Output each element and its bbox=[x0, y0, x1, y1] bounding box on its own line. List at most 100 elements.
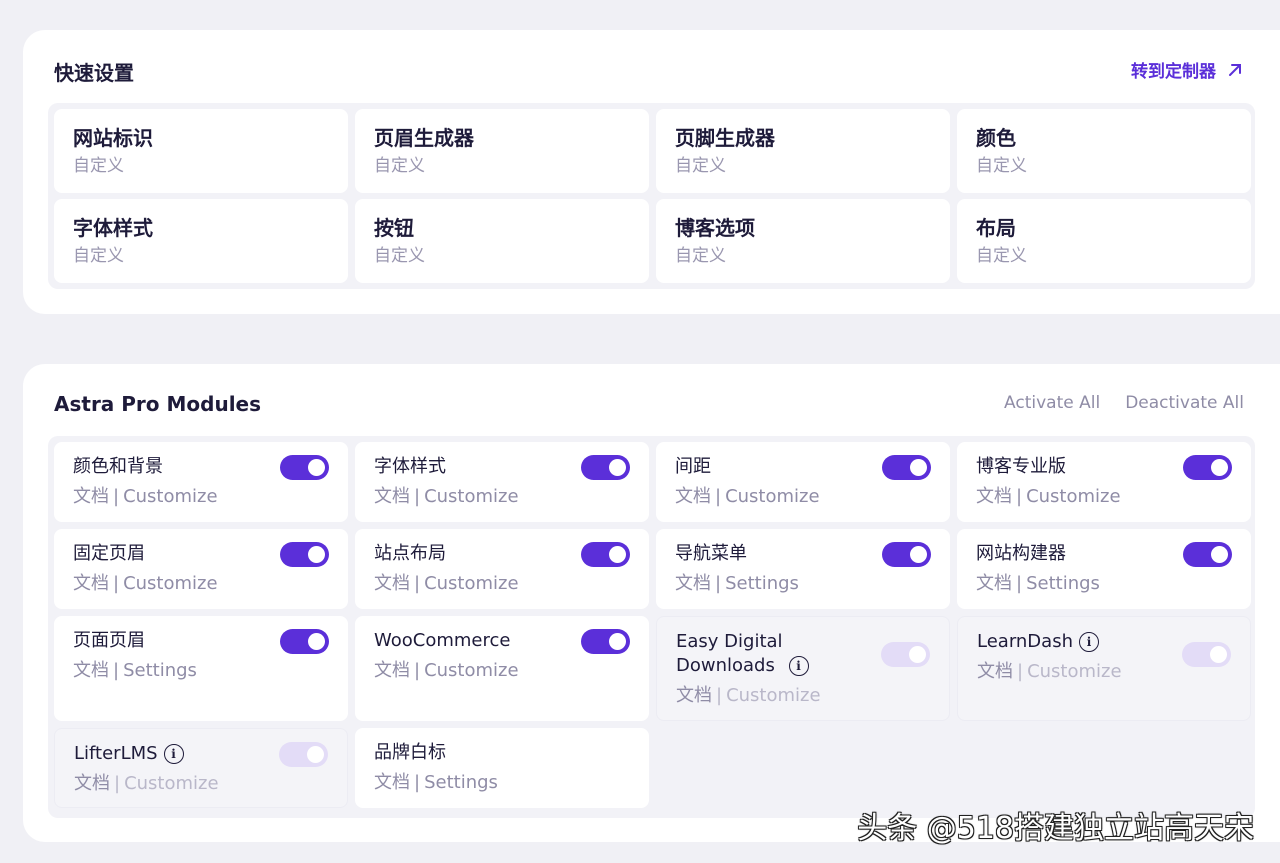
module-name-row: WooCommerce bbox=[374, 629, 564, 653]
go-to-customizer-link[interactable]: 转到定制器 bbox=[1131, 57, 1244, 82]
module-docs-link[interactable]: 文档 bbox=[675, 573, 711, 594]
module-links: 文档 | Customize bbox=[374, 659, 630, 683]
deactivate-all-button[interactable]: Deactivate All bbox=[1125, 393, 1244, 413]
module-action-link[interactable]: Customize bbox=[424, 573, 518, 594]
quick-setting-card[interactable]: 字体样式 自定义 bbox=[54, 199, 348, 283]
module-docs-link[interactable]: 文档 bbox=[977, 661, 1013, 682]
module-toggle[interactable] bbox=[279, 742, 328, 767]
quick-setting-title: 布局 bbox=[976, 216, 1016, 240]
module-card: 颜色和背景文档 | Customize bbox=[54, 442, 348, 522]
module-name-row: 颜色和背景 bbox=[73, 455, 263, 479]
quick-setting-title: 博客选项 bbox=[675, 216, 755, 240]
module-action-link[interactable]: Customize bbox=[424, 660, 518, 681]
toggle-knob bbox=[1210, 646, 1227, 663]
module-card: Easy Digital Downloads i 文档 | Customize bbox=[656, 616, 950, 721]
quick-setting-customize-link[interactable]: 自定义 bbox=[73, 155, 329, 177]
link-separator: | bbox=[1016, 573, 1023, 594]
quick-setting-card[interactable]: 网站标识 自定义 bbox=[54, 109, 348, 193]
quick-setting-card[interactable]: 页脚生成器 自定义 bbox=[656, 109, 950, 193]
module-name: 字体样式 bbox=[374, 456, 446, 477]
module-toggle[interactable] bbox=[280, 542, 329, 567]
quick-setting-title: 页脚生成器 bbox=[675, 126, 775, 150]
activate-all-button[interactable]: Activate All bbox=[1004, 393, 1100, 413]
module-name: 博客专业版 bbox=[976, 456, 1066, 477]
arrow-up-right-icon bbox=[1229, 63, 1241, 76]
quick-setting-customize-link[interactable]: 自定义 bbox=[374, 155, 630, 177]
module-card: 字体样式文档 | Customize bbox=[355, 442, 649, 522]
module-name-row: 间距 bbox=[675, 455, 865, 479]
module-action-link[interactable]: Customize bbox=[726, 685, 820, 706]
pro-modules-panel: Astra Pro Modules Activate All Deactivat… bbox=[23, 364, 1280, 842]
module-links: 文档 | Customize bbox=[73, 485, 329, 509]
quick-setting-card[interactable]: 颜色 自定义 bbox=[957, 109, 1251, 193]
modules-grid: 颜色和背景 文档 | Customize 字体样式 文档 | Customize 间距 文档 | Cu… bbox=[48, 436, 1255, 818]
module-docs-link[interactable]: 文档 bbox=[73, 573, 109, 594]
toggle-knob bbox=[910, 459, 927, 476]
toggle-knob bbox=[308, 546, 325, 563]
module-docs-link[interactable]: 文档 bbox=[976, 573, 1012, 594]
module-links: 文档 | Customize bbox=[374, 485, 630, 509]
quick-setting-customize-link[interactable]: 自定义 bbox=[976, 155, 1232, 177]
module-toggle[interactable] bbox=[882, 542, 931, 567]
module-toggle[interactable] bbox=[581, 629, 630, 654]
module-docs-link[interactable]: 文档 bbox=[675, 486, 711, 507]
toggle-knob bbox=[308, 459, 325, 476]
quick-setting-customize-link[interactable]: 自定义 bbox=[976, 245, 1232, 267]
module-toggle[interactable] bbox=[280, 455, 329, 480]
module-action-link[interactable]: Customize bbox=[424, 486, 518, 507]
quick-setting-customize-link[interactable]: 自定义 bbox=[73, 245, 329, 267]
quick-setting-card[interactable]: 按钮 自定义 bbox=[355, 199, 649, 283]
module-docs-link[interactable]: 文档 bbox=[374, 772, 410, 793]
quick-setting-card[interactable]: 页眉生成器 自定义 bbox=[355, 109, 649, 193]
module-docs-link[interactable]: 文档 bbox=[73, 486, 109, 507]
module-toggle[interactable] bbox=[581, 455, 630, 480]
module-action-link[interactable]: Settings bbox=[725, 573, 799, 594]
module-toggle[interactable] bbox=[280, 629, 329, 654]
module-toggle[interactable] bbox=[881, 642, 930, 667]
module-card: 间距文档 | Customize bbox=[656, 442, 950, 522]
quick-settings-grid: 网站标识 自定义 页眉生成器 自定义 页脚生成器 自定义 颜色 自定义 字体样式 自定义 按钮 自定义… bbox=[48, 103, 1255, 289]
link-separator: | bbox=[715, 486, 722, 507]
go-to-customizer-label: 转到定制器 bbox=[1131, 62, 1216, 82]
quick-setting-customize-link[interactable]: 自定义 bbox=[675, 155, 931, 177]
module-action-link[interactable]: Settings bbox=[1026, 573, 1100, 594]
bulk-actions: Activate All Deactivate All bbox=[1004, 393, 1244, 413]
module-action-link[interactable]: Customize bbox=[1026, 486, 1120, 507]
module-card: LearnDash i 文档 | Customize bbox=[957, 616, 1251, 721]
module-toggle[interactable] bbox=[882, 455, 931, 480]
module-docs-link[interactable]: 文档 bbox=[374, 573, 410, 594]
quick-setting-title: 字体样式 bbox=[73, 216, 153, 240]
quick-setting-card[interactable]: 布局 自定义 bbox=[957, 199, 1251, 283]
module-action-link[interactable]: Customize bbox=[1027, 661, 1121, 682]
module-toggle[interactable] bbox=[1182, 642, 1231, 667]
quick-setting-card[interactable]: 博客选项 自定义 bbox=[656, 199, 950, 283]
info-icon[interactable]: i bbox=[788, 656, 809, 676]
module-action-link[interactable]: Customize bbox=[725, 486, 819, 507]
module-docs-link[interactable]: 文档 bbox=[73, 660, 109, 681]
info-icon[interactable]: i bbox=[163, 744, 184, 764]
module-toggle[interactable] bbox=[1183, 455, 1232, 480]
module-docs-link[interactable]: 文档 bbox=[676, 685, 712, 706]
module-links: 文档 | Customize bbox=[976, 485, 1232, 509]
toggle-knob bbox=[609, 459, 626, 476]
module-action-link[interactable]: Customize bbox=[123, 486, 217, 507]
module-docs-link[interactable]: 文档 bbox=[374, 660, 410, 681]
quick-setting-customize-link[interactable]: 自定义 bbox=[374, 245, 630, 267]
link-separator: | bbox=[414, 660, 421, 681]
module-docs-link[interactable]: 文档 bbox=[976, 486, 1012, 507]
module-action-link[interactable]: Customize bbox=[124, 773, 218, 794]
link-separator: | bbox=[113, 486, 120, 507]
module-action-link[interactable]: Customize bbox=[123, 573, 217, 594]
module-action-link[interactable]: Settings bbox=[424, 772, 498, 793]
quick-setting-title: 按钮 bbox=[374, 216, 414, 240]
module-docs-link[interactable]: 文档 bbox=[74, 773, 110, 794]
quick-setting-title: 颜色 bbox=[976, 126, 1016, 150]
module-docs-link[interactable]: 文档 bbox=[374, 486, 410, 507]
quick-setting-customize-link[interactable]: 自定义 bbox=[675, 245, 931, 267]
module-toggle[interactable] bbox=[581, 542, 630, 567]
module-name: 间距 bbox=[675, 456, 711, 477]
watermark-text: 头条 @518搭建独立站高天宋 bbox=[857, 811, 1254, 846]
info-icon[interactable]: i bbox=[1079, 632, 1099, 652]
module-action-link[interactable]: Settings bbox=[123, 660, 197, 681]
module-toggle[interactable] bbox=[1183, 542, 1232, 567]
